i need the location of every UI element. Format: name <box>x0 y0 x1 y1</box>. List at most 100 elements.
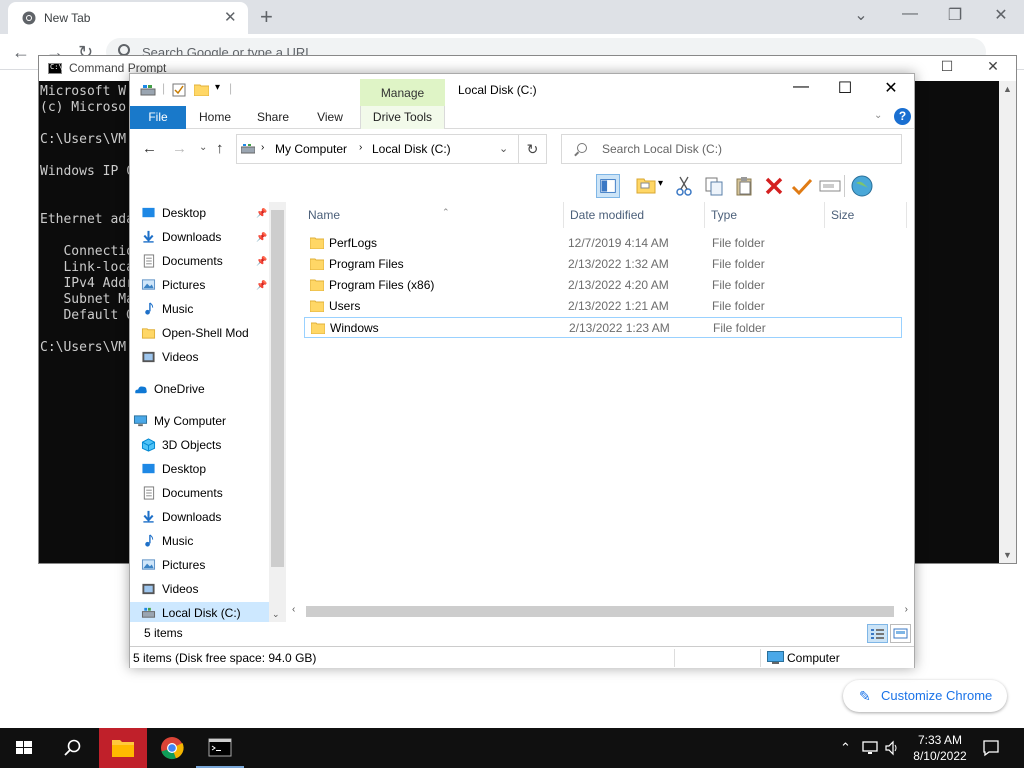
horizontal-scrollbar[interactable]: ‹ › <box>286 603 914 620</box>
cmd-scrollbar[interactable]: ▲ ▼ <box>999 81 1016 563</box>
nav-item-videos[interactable]: Videos <box>130 578 286 600</box>
tab-home[interactable]: Home <box>190 106 240 129</box>
notifications-icon[interactable] <box>982 739 1000 757</box>
tab-file[interactable]: File <box>130 106 186 129</box>
properties-icon[interactable] <box>172 83 186 97</box>
network-icon[interactable] <box>862 740 880 756</box>
details-view-button[interactable] <box>867 624 888 643</box>
column-header-name[interactable]: ⌃ Name <box>302 202 564 228</box>
large-icons-view-button[interactable] <box>890 624 911 643</box>
column-header-type[interactable]: Type <box>705 202 825 228</box>
tab-view[interactable]: View <box>305 106 355 129</box>
column-header-date-modified[interactable]: Date modified <box>564 202 705 228</box>
start-button[interactable] <box>0 728 48 768</box>
checkmark-icon[interactable] <box>790 174 814 198</box>
nav-item-pictures[interactable]: Pictures <box>130 554 286 576</box>
nav-item-my-computer[interactable]: My Computer <box>130 410 286 432</box>
forward-icon[interactable]: → <box>172 140 187 157</box>
file-list[interactable]: ⌃ Name Date modified Type Size PerfLogs 1… <box>286 202 914 622</box>
file-row[interactable]: Program Files 2/13/2022 1:32 AM File folde… <box>304 254 902 275</box>
nav-item-open-shell-mod[interactable]: Open-Shell Mod <box>130 322 286 344</box>
nav-item-pictures[interactable]: Pictures 📌 <box>130 274 286 296</box>
breadcrumb-my-computer[interactable]: My Computer <box>275 142 347 156</box>
new-tab-icon[interactable]: + <box>260 4 273 30</box>
show-hidden-icons-icon[interactable]: ⌃ <box>840 740 851 756</box>
up-icon[interactable]: ↑ <box>216 140 224 157</box>
close-tab-icon[interactable]: ✕ <box>224 8 237 26</box>
file-row[interactable]: Windows 2/13/2022 1:23 AM File folder <box>304 317 902 338</box>
cmd-restore-icon[interactable]: ☐ <box>927 58 967 75</box>
scroll-right-icon[interactable]: › <box>905 604 908 615</box>
command-prompt-taskbar-button[interactable] <box>196 728 244 768</box>
address-bar[interactable]: › My Computer › Local Disk (C:) ⌄ <box>236 134 519 164</box>
help-icon[interactable]: ? <box>894 108 911 125</box>
nav-item-3d-objects[interactable]: 3D Objects <box>130 434 286 456</box>
explorer-close-icon[interactable]: ✕ <box>868 78 914 98</box>
customize-chrome-button[interactable]: ✎ Customize Chrome <box>843 680 1007 712</box>
scroll-thumb[interactable] <box>271 210 284 567</box>
pin-icon[interactable]: 📌 <box>256 202 267 224</box>
explorer-minimize-icon[interactable]: — <box>778 78 824 96</box>
pin-icon[interactable]: 📌 <box>256 274 267 296</box>
folder-options-icon[interactable] <box>634 174 658 198</box>
nav-item-music[interactable]: Music <box>130 530 286 552</box>
new-folder-icon[interactable] <box>194 83 209 96</box>
scroll-thumb[interactable] <box>306 606 894 617</box>
pin-icon[interactable]: 📌 <box>256 250 267 272</box>
network-globe-icon[interactable] <box>850 174 874 198</box>
chrome-restore-icon[interactable]: ❐ <box>940 5 970 25</box>
chrome-collapse-icon[interactable]: ⌄ <box>846 5 876 25</box>
nav-item-music[interactable]: Music <box>130 298 286 320</box>
scroll-left-icon[interactable]: ‹ <box>292 604 295 615</box>
nav-item-onedrive[interactable]: OneDrive <box>130 378 286 400</box>
recent-locations-icon[interactable]: ⌄ <box>199 142 207 153</box>
address-dropdown-icon[interactable]: ⌄ <box>499 142 508 155</box>
preview-pane-icon[interactable] <box>596 174 620 198</box>
tab-share[interactable]: Share <box>248 106 298 129</box>
nav-item-documents[interactable]: Documents 📌 <box>130 250 286 272</box>
cmd-close-icon[interactable]: ✕ <box>973 58 1013 75</box>
breadcrumb-separator-icon[interactable]: › <box>261 142 264 153</box>
refresh-button[interactable]: ↻ <box>519 134 547 164</box>
nav-item-videos[interactable]: Videos <box>130 346 286 368</box>
chrome-minimize-icon[interactable]: — <box>895 5 925 23</box>
file-row[interactable]: Program Files (x86) 2/13/2022 4:20 AM File… <box>304 275 902 296</box>
paste-icon[interactable] <box>732 174 756 198</box>
column-header-size[interactable]: Size <box>825 202 907 228</box>
chrome-close-icon[interactable]: ✕ <box>986 5 1016 25</box>
qat-dropdown-icon[interactable]: ▾ <box>215 82 220 93</box>
file-row[interactable]: PerfLogs 12/7/2019 4:14 AM File folder <box>304 233 902 254</box>
search-input[interactable]: Search Local Disk (C:) <box>561 134 902 164</box>
nav-item-downloads[interactable]: Downloads 📌 <box>130 226 286 248</box>
search-button[interactable] <box>48 728 96 768</box>
file-explorer-taskbar-button[interactable] <box>99 728 147 768</box>
navigation-pane-scrollbar[interactable]: ⌄ <box>269 202 286 622</box>
rename-icon[interactable] <box>818 174 842 198</box>
chrome-tab-new-tab[interactable]: New Tab ✕ <box>8 2 248 34</box>
breadcrumb-separator-icon[interactable]: › <box>359 142 362 153</box>
explorer-maximize-icon[interactable]: ☐ <box>822 78 868 98</box>
back-icon[interactable]: ← <box>12 42 30 63</box>
tab-drive-tools[interactable]: Drive Tools <box>360 106 445 129</box>
copy-icon[interactable] <box>702 174 726 198</box>
explorer-titlebar[interactable]: | ▾ | Manage Local Disk (C:) — ☐ ✕ <box>130 74 914 129</box>
scroll-up-icon[interactable]: ▲ <box>1003 84 1012 94</box>
delete-icon[interactable] <box>762 174 786 198</box>
volume-icon[interactable] <box>884 740 900 756</box>
file-row[interactable]: Users 2/13/2022 1:21 AM File folder <box>304 296 902 317</box>
nav-item-downloads[interactable]: Downloads <box>130 506 286 528</box>
cmd-output[interactable]: Microsoft W (c) Microso C:\Users\VM Windows… <box>40 84 134 356</box>
nav-item-local-disk-c[interactable]: Local Disk (C:) <box>130 602 286 622</box>
nav-item-desktop[interactable]: Desktop 📌 <box>130 202 286 224</box>
system-clock[interactable]: 7:33 AM 8/10/2022 <box>905 732 975 764</box>
scroll-down-icon[interactable]: ⌄ <box>272 609 280 620</box>
nav-item-documents[interactable]: Documents <box>130 482 286 504</box>
navigation-pane[interactable]: Desktop 📌 Downloads 📌 Documents 📌 Pictures 📌 Mus… <box>130 202 286 622</box>
chrome-taskbar-button[interactable] <box>148 728 196 768</box>
breadcrumb-local-disk[interactable]: Local Disk (C:) <box>372 142 451 156</box>
back-icon[interactable]: ← <box>142 140 157 157</box>
cut-icon[interactable] <box>672 174 696 198</box>
scroll-down-icon[interactable]: ▼ <box>1003 550 1012 560</box>
nav-item-desktop[interactable]: Desktop <box>130 458 286 480</box>
pin-icon[interactable]: 📌 <box>256 226 267 248</box>
